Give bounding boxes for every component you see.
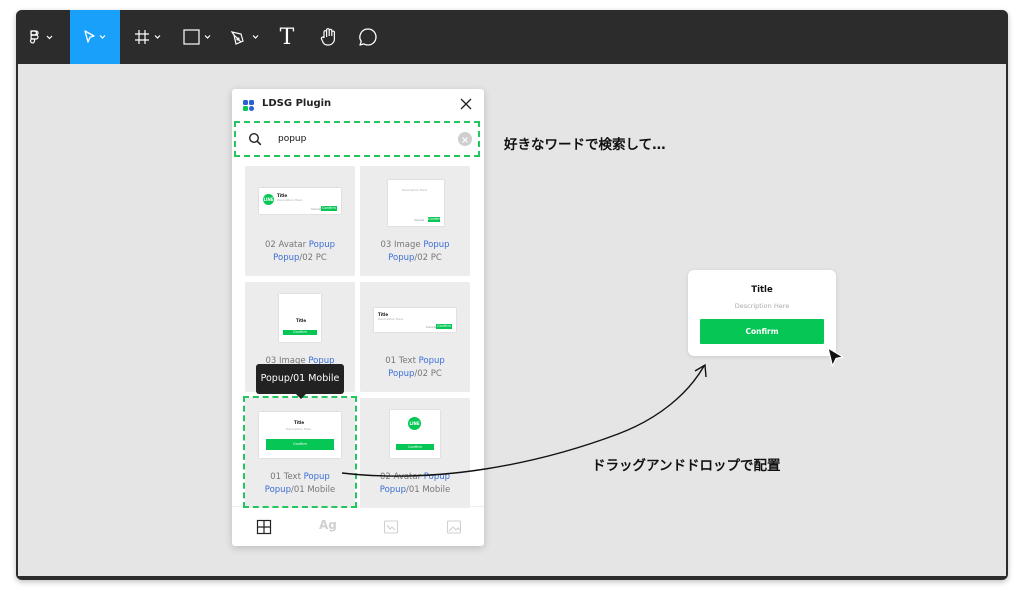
shape-tool-button[interactable] <box>176 10 218 64</box>
figma-window: T LDSG Plugin popup LINE Title Descripti… <box>16 10 1008 580</box>
comment-bubble-icon <box>359 28 377 46</box>
text-tool-button[interactable]: T <box>274 10 300 64</box>
hand-icon <box>320 28 335 46</box>
cursor-arrow-icon <box>84 30 106 43</box>
move-tool-button[interactable] <box>70 10 120 64</box>
frame-hash-icon <box>135 30 161 44</box>
pen-icon <box>230 31 259 45</box>
frame-tool-button[interactable] <box>128 10 168 64</box>
drag-arrow <box>341 363 707 477</box>
rectangle-icon <box>183 29 211 45</box>
comment-tool-button[interactable] <box>354 10 382 64</box>
design-canvas[interactable]: LDSG Plugin popup LINE Title Description… <box>18 64 1006 576</box>
drag-annotation: ドラッグアンドドロップで配置 <box>592 458 781 474</box>
hand-tool-button[interactable] <box>312 10 346 64</box>
toolbar: T <box>16 10 1008 64</box>
figma-logo-icon <box>29 30 53 44</box>
figma-menu-button[interactable] <box>16 10 68 64</box>
text-icon: T <box>279 24 295 50</box>
mouse-cursor-icon <box>827 347 844 367</box>
pen-tool-button[interactable] <box>224 10 266 64</box>
